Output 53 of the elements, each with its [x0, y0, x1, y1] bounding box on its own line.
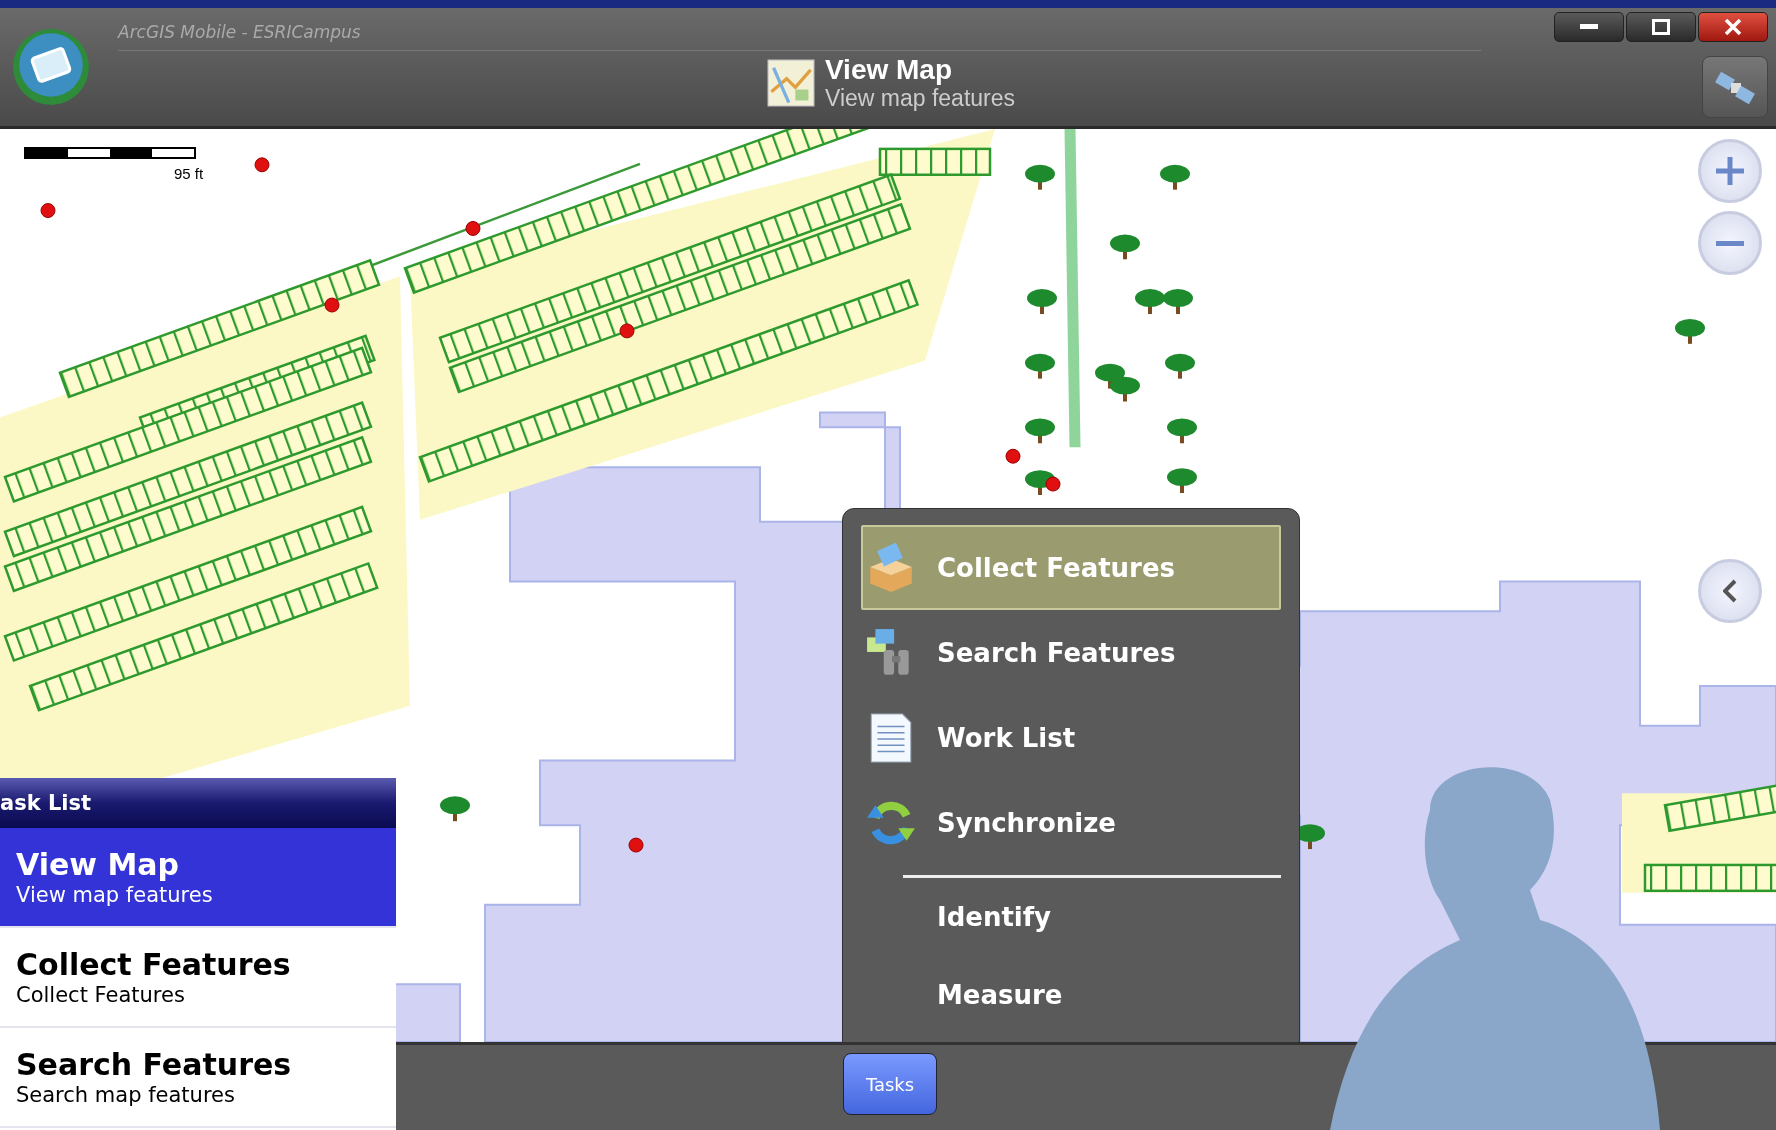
tree-icon: [1110, 376, 1140, 402]
tree-icon: [1025, 164, 1055, 190]
maximize-button[interactable]: [1626, 12, 1696, 42]
tasks-button[interactable]: Tasks: [843, 1053, 937, 1115]
point-marker[interactable]: [254, 157, 270, 173]
task-subtitle: Search map features: [16, 1082, 236, 1108]
maximize-icon: [1652, 19, 1670, 35]
tree-icon: [440, 796, 470, 822]
point-marker[interactable]: [40, 203, 56, 218]
window-title: ArcGIS Mobile - ESRICampus: [118, 22, 1481, 51]
minimize-button[interactable]: [1554, 12, 1624, 42]
task-list-item[interactable]: Collect Features Collect Features: [0, 928, 396, 1028]
task-title: Search Features: [16, 1048, 293, 1082]
tree-icon: [1167, 468, 1197, 493]
tree-icon: [1025, 418, 1055, 444]
task-title: Collect Features: [16, 948, 292, 982]
scale-label: 95 ft: [174, 165, 204, 182]
task-title: View Map: [16, 848, 181, 882]
page-subtitle: View map features: [824, 85, 1016, 111]
task-list-title: ask List: [0, 778, 396, 828]
menu-item[interactable]: Measure: [861, 956, 1281, 1034]
close-button[interactable]: [1698, 12, 1768, 42]
tree-icon: [1675, 318, 1705, 344]
tree-icon: [1163, 289, 1193, 314]
tree-icon: [1167, 418, 1197, 444]
point-marker[interactable]: [1045, 476, 1061, 492]
tree-icon: [1160, 164, 1190, 190]
task-subtitle: View map features: [16, 882, 214, 908]
tree-icon: [1027, 289, 1057, 314]
point-marker[interactable]: [628, 837, 644, 853]
tree-icon: [1135, 289, 1165, 314]
chevron-left-icon: [1723, 579, 1737, 603]
satellite-button[interactable]: [1702, 56, 1768, 118]
menu-item[interactable]: Identify: [861, 878, 1281, 956]
close-icon: [1724, 19, 1742, 35]
point-marker[interactable]: [619, 323, 635, 339]
menu-item[interactable]: Synchronize: [861, 780, 1281, 865]
task-list-item[interactable]: View Map View map features: [0, 828, 396, 928]
task-subtitle: Collect Features: [16, 982, 186, 1008]
minimize-icon: [1580, 24, 1598, 30]
tree-icon: [1110, 234, 1140, 260]
globe-logo-icon: [10, 26, 92, 108]
tree-icon: [1165, 353, 1195, 379]
menu-item[interactable]: Search Features: [861, 610, 1281, 695]
minus-icon: [1716, 240, 1744, 246]
page-title: View Map: [824, 55, 954, 85]
menu-item[interactable]: Work List: [861, 695, 1281, 780]
point-marker[interactable]: [465, 221, 481, 236]
point-marker[interactable]: [324, 297, 340, 313]
map-icon: [766, 59, 815, 107]
tree-icon: [1025, 353, 1055, 379]
point-marker[interactable]: [1005, 448, 1021, 464]
task-list-item[interactable]: Search Features Search map features: [0, 1028, 396, 1128]
